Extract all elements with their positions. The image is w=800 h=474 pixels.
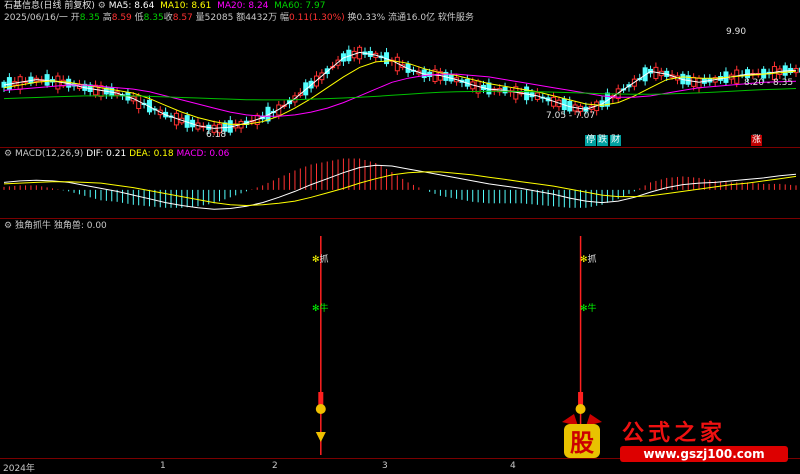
low-price-label: 6.18 — [206, 130, 227, 140]
watermark: 股 公式之家 www.gszj100.com — [552, 412, 792, 467]
svg-text:股: 股 — [570, 429, 594, 457]
signal-grab-1: ✻抓 — [312, 255, 329, 265]
open-value: 8.35 — [79, 13, 100, 23]
star-icon: ✻ — [312, 255, 320, 265]
candle-body — [55, 75, 61, 90]
series-line-ma10 — [3, 60, 797, 125]
kline-chart-canvas[interactable] — [0, 0, 800, 472]
low-label: 低 — [134, 13, 144, 23]
high-label: 高 — [102, 13, 112, 23]
gear-icon[interactable]: ⚙ — [98, 1, 106, 11]
x-axis-tick: 3 — [382, 461, 388, 471]
signal-smiley-icon — [315, 404, 326, 414]
candle-body — [696, 77, 702, 89]
series-line-ma5 — [3, 51, 797, 129]
star-icon: ✻ — [580, 304, 588, 314]
macd-indicator-divider — [0, 218, 800, 219]
mid-range-label: 7.05 - 7.07 — [546, 111, 596, 121]
high-price-label: 9.90 — [726, 27, 747, 37]
quote-line: 2025/06/16/一 开8.35 高8.59 低8.35收8.57 量520… — [4, 13, 474, 24]
high-value: 8.59 — [111, 13, 132, 23]
low-value: 8.35 — [143, 13, 164, 23]
signal-grab-2: ✻抓 — [580, 255, 597, 265]
x-axis-tick: 4 — [510, 461, 516, 471]
period-label: (日线 前复权) — [40, 1, 95, 11]
x-axis-tick: 1 — [160, 461, 166, 471]
watermark-logo: 股 公式之家 www.gszj100.com — [562, 414, 788, 462]
indicator-header: ⚙ 独角抓牛 独角兽: 0.00 — [4, 221, 107, 232]
macd-value: MACD: 0.06 — [176, 149, 230, 159]
x-axis-tick: 2 — [272, 461, 278, 471]
indicator-title: 独角抓牛 — [14, 221, 51, 231]
ma10-value: MA10: 8.61 — [160, 1, 212, 11]
signal-arrow-icon — [315, 432, 326, 442]
amount-value: 4432万 — [245, 13, 278, 23]
amount-label: 额 — [236, 13, 246, 23]
macd-header: ⚙ MACD(12,26,9) DIF: 0.21 DEA: 0.18 MACD… — [4, 149, 229, 160]
price-layer — [1, 45, 800, 137]
volume-value: 52085 — [204, 13, 234, 23]
turnover-value: 换0.33% — [347, 13, 386, 23]
close-value: 8.57 — [172, 13, 193, 23]
star-icon: ✻ — [580, 255, 588, 265]
signal-bull-1: ✻牛 — [312, 304, 329, 314]
quote-date: 2025/06/16/一 — [4, 13, 68, 23]
ma5-value: MA5: 8.64 — [108, 1, 155, 11]
macd-layer — [3, 158, 797, 210]
volume-label: 量 — [195, 13, 205, 23]
change-value: 0.11(1.30%) — [289, 13, 345, 23]
gear-icon[interactable]: ⚙ — [4, 149, 12, 159]
price-macd-divider — [0, 147, 800, 148]
badge-finance[interactable]: 财 — [610, 135, 622, 146]
star-icon: ✻ — [312, 304, 320, 314]
open-label: 开 — [70, 13, 80, 23]
change-label: 幅 — [279, 13, 289, 23]
sector-value: 软件服务 — [437, 13, 474, 23]
macd-title: MACD(12,26,9) — [14, 149, 84, 159]
ma20-value: MA20: 8.24 — [217, 1, 269, 11]
signal-bull-2: ✻牛 — [580, 304, 597, 314]
close-label: 收 — [163, 13, 173, 23]
indicator-layer — [315, 236, 586, 455]
macd-dea: DEA: 0.18 — [129, 149, 174, 159]
indicator-value: 独角兽: 0.00 — [53, 221, 107, 231]
ma60-value: MA60: 7.97 — [274, 1, 326, 11]
stock-name: 石基信息 — [4, 1, 41, 11]
svg-text:公式之家: 公式之家 — [622, 420, 726, 446]
badge-halt[interactable]: 停 — [585, 135, 597, 146]
macd-dif: DIF: 0.21 — [86, 149, 127, 159]
signal-marker — [578, 392, 584, 406]
signal-marker — [318, 392, 324, 406]
x-axis-year: 2024年 — [3, 464, 35, 474]
gear-icon[interactable]: ⚙ — [4, 221, 12, 231]
badge-rise[interactable]: 涨 — [751, 135, 763, 146]
right-range-label: 8.20 - 8.35 — [744, 78, 794, 88]
svg-text:www.gszj100.com: www.gszj100.com — [643, 447, 764, 461]
badge-fall[interactable]: 跌 — [597, 135, 609, 146]
float-cap-value: 流通16.0亿 — [388, 13, 436, 23]
stock-header: 石基信息(日线 前复权) ⚙ MA5: 8.64 MA10: 8.61 MA20… — [4, 1, 325, 12]
